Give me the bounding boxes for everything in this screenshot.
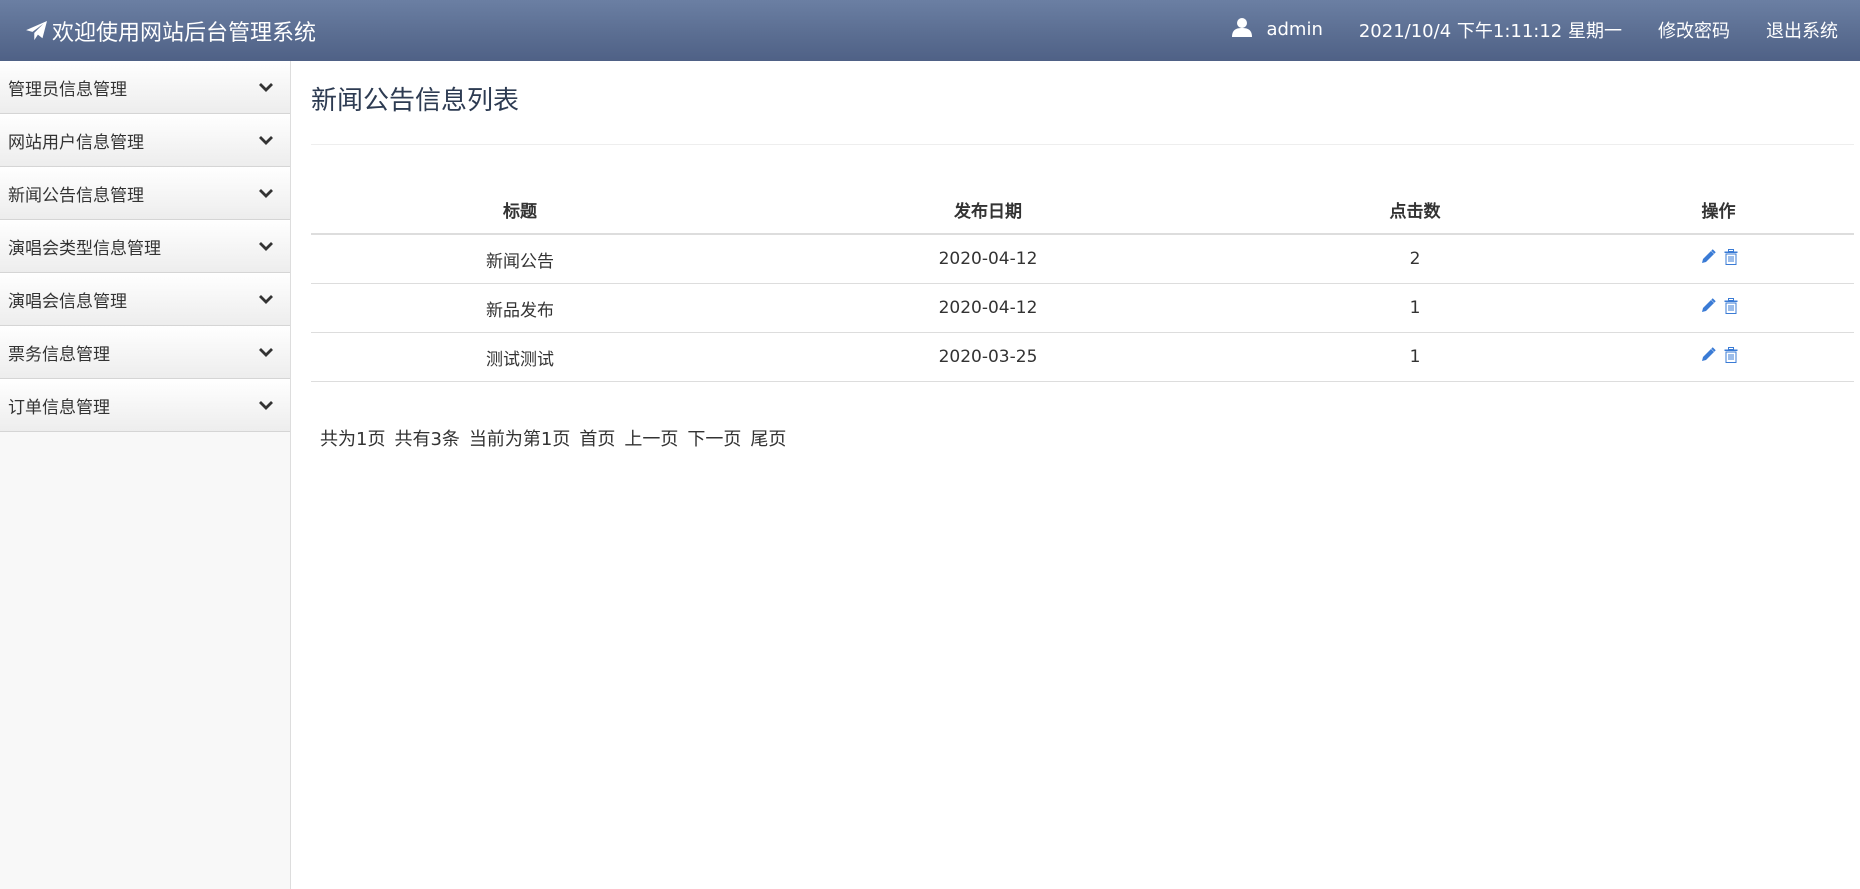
- pager-next-link[interactable]: 下一页: [687, 425, 741, 451]
- chevron-down-icon: [258, 241, 274, 251]
- trash-icon[interactable]: [1724, 346, 1738, 363]
- news-table: 标题 发布日期 点击数 操作 新闻公告 2020-04-12 2 新品发布 20…: [311, 185, 1854, 382]
- pencil-icon[interactable]: [1700, 346, 1716, 363]
- chevron-down-icon: [258, 188, 274, 198]
- sidebar-item-tickets[interactable]: 票务信息管理: [0, 326, 290, 379]
- sidebar-item-site-users[interactable]: 网站用户信息管理: [0, 114, 290, 167]
- row-actions: [1700, 297, 1738, 314]
- main-content: 新闻公告信息列表 标题 发布日期 点击数 操作 新闻公告 2020-04-12 …: [311, 61, 1854, 451]
- sidebar-item-label: 演唱会信息管理: [8, 291, 127, 312]
- table-row: 测试测试 2020-03-25 1: [311, 332, 1854, 382]
- pager-last-link[interactable]: 尾页: [750, 425, 786, 451]
- sidebar-item-label: 演唱会类型信息管理: [8, 238, 161, 259]
- logout-link[interactable]: 退出系统: [1766, 17, 1838, 43]
- cell-clicks: 2: [1247, 234, 1583, 284]
- sidebar: 管理员信息管理 网站用户信息管理 新闻公告信息管理 演唱会类型信息管理 演唱会信…: [0, 61, 291, 889]
- column-header-actions: 操作: [1583, 185, 1854, 235]
- chevron-down-icon: [258, 135, 274, 145]
- chevron-down-icon: [258, 347, 274, 357]
- cell-actions: [1583, 234, 1854, 284]
- page-title: 新闻公告信息列表: [311, 86, 520, 116]
- cell-date: 2020-03-25: [729, 332, 1247, 382]
- chevron-down-icon: [258, 294, 274, 304]
- row-actions: [1700, 248, 1738, 265]
- datetime-display: 2021/10/4 下午1:11:12 星期一: [1358, 20, 1622, 42]
- sidebar-item-label: 票务信息管理: [8, 344, 110, 365]
- column-header-clicks: 点击数: [1247, 185, 1583, 235]
- sidebar-item-label: 网站用户信息管理: [8, 132, 144, 153]
- column-header-title: 标题: [311, 185, 729, 235]
- pager-first-link[interactable]: 首页: [579, 425, 615, 451]
- pager-total-records: 共有3条: [394, 429, 460, 450]
- cell-title: 新闻公告: [311, 234, 729, 284]
- sidebar-item-label: 管理员信息管理: [8, 79, 127, 100]
- sidebar-item-label: 新闻公告信息管理: [8, 185, 144, 206]
- trash-icon[interactable]: [1724, 297, 1738, 314]
- cell-actions: [1583, 332, 1854, 382]
- table-row: 新品发布 2020-04-12 1: [311, 283, 1854, 333]
- cell-title: 测试测试: [311, 332, 729, 382]
- chevron-down-icon: [258, 400, 274, 410]
- top-navbar: 欢迎使用网站后台管理系统 admin 2021/10/4 下午1:11:12 星…: [0, 0, 1860, 61]
- sidebar-item-concerts[interactable]: 演唱会信息管理: [0, 273, 290, 326]
- row-actions: [1700, 346, 1738, 363]
- cell-title: 新品发布: [311, 283, 729, 333]
- pager-total-pages: 共为1页: [320, 429, 386, 450]
- paper-plane-icon: [26, 20, 48, 41]
- cell-date: 2020-04-12: [729, 234, 1247, 284]
- cell-date: 2020-04-12: [729, 283, 1247, 333]
- username: admin: [1266, 19, 1323, 40]
- pencil-icon[interactable]: [1700, 297, 1716, 314]
- title-divider: [311, 144, 1854, 145]
- change-password-link[interactable]: 修改密码: [1658, 17, 1730, 43]
- pagination: 共为1页 共有3条 当前为第1页 首页 上一页 下一页 尾页: [320, 425, 1854, 451]
- chevron-down-icon: [258, 82, 274, 92]
- user-icon: [1232, 17, 1266, 42]
- sidebar-item-orders[interactable]: 订单信息管理: [0, 379, 290, 432]
- sidebar-item-label: 订单信息管理: [8, 397, 110, 418]
- user-menu[interactable]: admin: [1232, 17, 1323, 42]
- header-actions: admin 2021/10/4 下午1:11:12 星期一 修改密码 退出系统: [1232, 0, 1838, 59]
- pager-current-page: 当前为第1页: [468, 429, 571, 450]
- sidebar-item-news[interactable]: 新闻公告信息管理: [0, 167, 290, 220]
- brand-title: 欢迎使用网站后台管理系统: [52, 20, 317, 46]
- cell-clicks: 1: [1247, 283, 1583, 333]
- column-header-date: 发布日期: [729, 185, 1247, 235]
- sidebar-item-admin[interactable]: 管理员信息管理: [0, 61, 290, 114]
- pager-prev-link[interactable]: 上一页: [624, 425, 678, 451]
- sidebar-item-concert-types[interactable]: 演唱会类型信息管理: [0, 220, 290, 273]
- trash-icon[interactable]: [1724, 248, 1738, 265]
- cell-clicks: 1: [1247, 332, 1583, 382]
- pencil-icon[interactable]: [1700, 248, 1716, 265]
- table-row: 新闻公告 2020-04-12 2: [311, 234, 1854, 284]
- table-header-row: 标题 发布日期 点击数 操作: [311, 185, 1854, 235]
- brand: 欢迎使用网站后台管理系统: [26, 0, 316, 61]
- cell-actions: [1583, 283, 1854, 333]
